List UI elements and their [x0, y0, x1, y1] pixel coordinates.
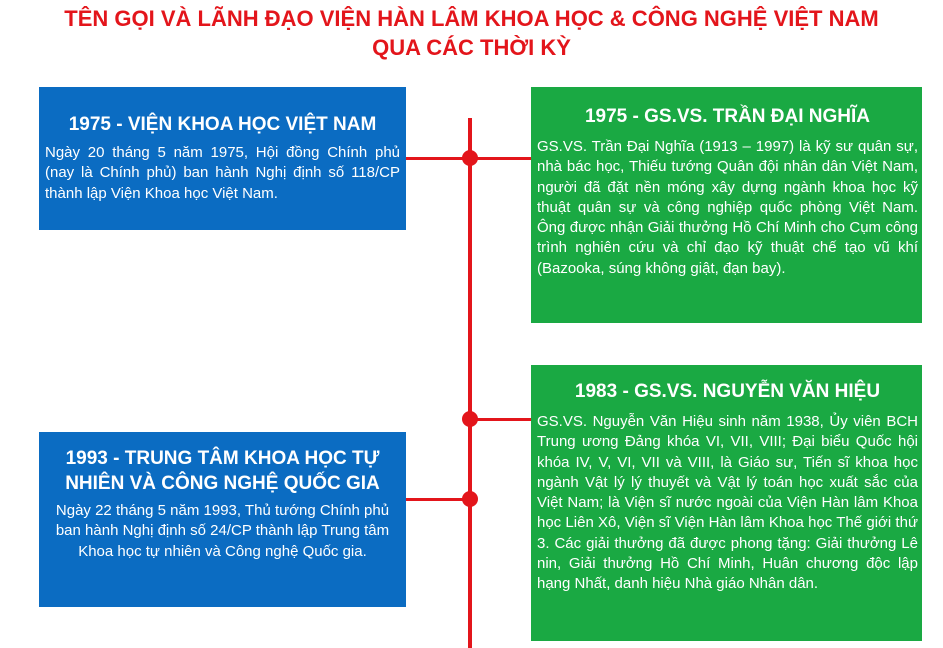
card-vien-khoa-hoc-1975: 1975 - VIỆN KHOA HỌC VIỆT NAM Ngày 20 th… [39, 87, 406, 230]
card-nguyen-van-hieu: 1983 - GS.VS. NGUYỄN VĂN HIỆU GS.VS. Ngu… [531, 365, 922, 641]
title-line-1: TÊN GỌI VÀ LÃNH ĐẠO VIỆN HÀN LÂM KHOA HỌ… [64, 6, 879, 31]
card-tran-dai-nghia: 1975 - GS.VS. TRẦN ĐẠI NGHĨA GS.VS. Trần… [531, 87, 922, 323]
timeline-axis [468, 118, 472, 648]
card-heading-line-1: 1993 - TRUNG TÂM KHOA HỌC TỰ [65, 448, 380, 469]
title-line-2: QUA CÁC THỜI KỲ [372, 35, 571, 60]
card-body: Ngày 22 tháng 5 năm 1993, Thủ tướng Chín… [55, 502, 390, 560]
connector-right-1983 [471, 418, 531, 421]
timeline-dot-1983 [462, 411, 478, 427]
connector-right-1975 [471, 157, 531, 160]
timeline-dot-1975 [462, 150, 478, 166]
page-title: TÊN GỌI VÀ LÃNH ĐẠO VIỆN HÀN LÂM KHOA HỌ… [0, 4, 943, 62]
card-trung-tam-1993: 1993 - TRUNG TÂM KHOA HỌC TỰ NHIÊN VÀ CÔ… [39, 432, 406, 607]
card-heading-line-2: NHIÊN VÀ CÔNG NGHỆ QUỐC GIA [65, 473, 380, 494]
card-body: Ngày 20 tháng 5 năm 1975, Hội đồng Chính… [45, 144, 400, 202]
card-heading: 1983 - GS.VS. NGUYỄN VĂN HIỆU [574, 381, 881, 402]
card-body: GS.VS. Trần Đại Nghĩa (1913 – 1997) là k… [537, 138, 918, 277]
card-heading: 1975 - VIỆN KHOA HỌC VIỆT NAM [68, 114, 377, 135]
card-body: GS.VS. Nguyễn Văn Hiệu sinh năm 1938, Ủy… [537, 413, 918, 593]
card-heading: 1975 - GS.VS. TRẦN ĐẠI NGHĨA [584, 106, 871, 127]
timeline-dot-1993 [462, 491, 478, 507]
connector-left-1975 [404, 157, 471, 160]
connector-left-1993 [404, 498, 471, 501]
